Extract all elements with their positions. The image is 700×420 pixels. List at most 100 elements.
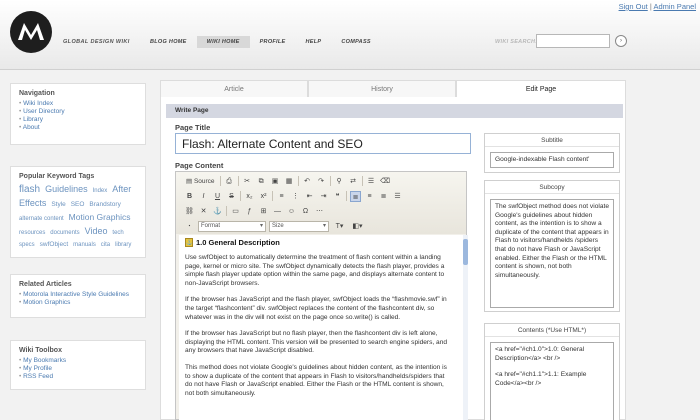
align-center-icon[interactable]: ≡: [364, 191, 375, 202]
tag-link[interactable]: Effects: [19, 198, 46, 208]
sidebar-link-library[interactable]: Library: [19, 116, 137, 124]
editor-scrollbar[interactable]: [463, 235, 468, 420]
tag-link[interactable]: swfObject: [40, 241, 69, 248]
content-tabs: Article History Edit Page: [160, 80, 626, 97]
flash-icon[interactable]: ƒ: [244, 206, 255, 217]
styles-icon[interactable]: ꞏ: [184, 221, 195, 232]
subcopy-textarea[interactable]: The swfObject method does not violate Go…: [490, 199, 614, 308]
subtitle-input[interactable]: Google-indexable Flash content': [490, 152, 614, 168]
nav-wiki-home[interactable]: WIKI HOME: [196, 36, 250, 48]
tag-link[interactable]: Index: [93, 188, 108, 194]
toolbar-separator: [329, 176, 331, 186]
content-paragraph: If the browser has JavaScript and the fl…: [185, 296, 447, 321]
undo-icon[interactable]: ↶: [302, 176, 313, 187]
sidebar-link-wiki-index[interactable]: Wiki Index: [19, 100, 137, 108]
background-color-icon[interactable]: ◧▾: [350, 221, 365, 232]
tab-article[interactable]: Article: [160, 80, 308, 97]
numbered-list-icon[interactable]: ≡: [276, 191, 287, 202]
paste-text-icon[interactable]: ▦: [284, 176, 295, 187]
copy-icon[interactable]: ⧉: [256, 176, 267, 187]
paste-icon[interactable]: ▣: [270, 176, 281, 187]
tag-link[interactable]: documents: [50, 230, 79, 236]
indent-icon[interactable]: ⇥: [318, 191, 329, 202]
tag-link[interactable]: Video: [85, 226, 108, 236]
nav-help[interactable]: HELP: [296, 36, 332, 48]
format-select[interactable]: Format: [198, 220, 266, 232]
underline-icon[interactable]: U: [212, 191, 223, 202]
image-icon[interactable]: ▭: [230, 206, 241, 217]
tags-heading: Popular Keyword Tags: [19, 173, 95, 180]
toolbox-link-profile[interactable]: My Profile: [19, 365, 137, 373]
select-all-icon[interactable]: ☰: [366, 176, 377, 187]
tag-link[interactable]: Motion Graphics: [69, 212, 131, 222]
tag-link[interactable]: SEO: [71, 201, 85, 208]
related-link-style-guidelines[interactable]: Motorola Interactive Style Guidelines: [19, 291, 137, 299]
tab-edit-page[interactable]: Edit Page: [456, 80, 626, 97]
link-icon[interactable]: ⛓: [184, 206, 195, 217]
sidebar-link-user-directory[interactable]: User Directory: [19, 108, 137, 116]
strikethrough-icon[interactable]: S: [226, 191, 237, 202]
text-color-icon[interactable]: T▾: [332, 221, 347, 232]
tag-link[interactable]: library: [115, 242, 131, 248]
source-button[interactable]: ▤ Source: [184, 176, 217, 187]
bulleted-list-icon[interactable]: ⋮: [290, 191, 301, 202]
sidebar-link-about[interactable]: About: [19, 124, 137, 132]
page-break-icon[interactable]: ⋯: [314, 206, 325, 217]
tag-link[interactable]: Brandstory: [89, 201, 120, 208]
cut-icon[interactable]: ✂: [242, 176, 253, 187]
page-title-input[interactable]: Flash: Alternate Content and SEO: [175, 133, 471, 154]
toolbox-link-rss[interactable]: RSS Feed: [19, 373, 137, 381]
format-select-value: Format: [201, 222, 221, 229]
editor-scrollbar-thumb[interactable]: [463, 239, 468, 265]
related-link-motion-graphics[interactable]: Motion Graphics: [19, 299, 137, 307]
superscript-icon[interactable]: x²: [258, 191, 269, 202]
align-justify-icon[interactable]: ☰: [392, 191, 403, 202]
tag-link[interactable]: flash: [19, 184, 40, 195]
nav-profile[interactable]: PROFILE: [250, 36, 296, 48]
contents-line: <a href="#ch1.1">1.1: Example Code</a><b…: [495, 371, 587, 387]
unlink-icon[interactable]: ✕: [198, 206, 209, 217]
size-select[interactable]: Size: [269, 220, 329, 232]
find-icon[interactable]: ⚲: [334, 176, 345, 187]
tag-link[interactable]: manuals: [73, 242, 96, 248]
subscript-icon[interactable]: x₂: [244, 191, 255, 202]
tag-link[interactable]: alternate content: [19, 216, 64, 222]
editor-content-area[interactable]: ⚓ 1.0 General Description Use swfObject t…: [179, 235, 463, 420]
align-right-icon[interactable]: ≣: [378, 191, 389, 202]
special-char-icon[interactable]: Ω: [300, 206, 311, 217]
replace-icon[interactable]: ⇄: [348, 176, 359, 187]
tag-link[interactable]: After: [112, 184, 131, 194]
tag-link[interactable]: specs: [19, 242, 35, 248]
search-go-icon[interactable]: ›: [615, 35, 627, 47]
tag-link[interactable]: resources: [19, 230, 45, 236]
admin-panel-link[interactable]: Admin Panel: [653, 2, 696, 11]
search-label: WIKI SEARCH:: [495, 39, 538, 45]
preview-icon[interactable]: ⎙: [224, 176, 235, 187]
blockquote-icon[interactable]: ❝: [332, 191, 343, 202]
search-input[interactable]: [536, 34, 610, 48]
remove-format-icon[interactable]: ⌫: [380, 176, 391, 187]
smiley-icon[interactable]: ☺: [286, 206, 297, 217]
nav-blog-home[interactable]: BLOG HOME: [140, 36, 197, 48]
bookmark-anchor-icon: ⚓: [185, 238, 193, 247]
tag-link[interactable]: Guidelines: [45, 184, 88, 194]
redo-icon[interactable]: ↷: [316, 176, 327, 187]
table-icon[interactable]: ⊞: [258, 206, 269, 217]
bold-icon[interactable]: B: [184, 191, 195, 202]
tab-history[interactable]: History: [308, 80, 456, 97]
contents-textarea[interactable]: <a href="#ch1.0">1.0: General Descriptio…: [490, 342, 614, 420]
align-left-icon[interactable]: ≣: [350, 190, 361, 202]
outdent-icon[interactable]: ⇤: [304, 191, 315, 202]
content-heading-text: 1.0 General Description: [196, 238, 280, 247]
nav-compass[interactable]: COMPASS: [331, 36, 381, 48]
sign-out-link[interactable]: Sign Out: [619, 2, 648, 11]
italic-icon[interactable]: I: [198, 191, 209, 202]
tag-link[interactable]: Style: [51, 201, 65, 208]
motorola-logo[interactable]: [10, 11, 52, 53]
anchor-icon[interactable]: ⚓: [212, 206, 223, 217]
toolbox-link-bookmarks[interactable]: My Bookmarks: [19, 357, 137, 365]
tag-link[interactable]: tech: [112, 230, 123, 236]
size-select-value: Size: [272, 222, 284, 229]
tag-link[interactable]: cita: [101, 242, 110, 248]
horizontal-rule-icon[interactable]: —: [272, 206, 283, 217]
